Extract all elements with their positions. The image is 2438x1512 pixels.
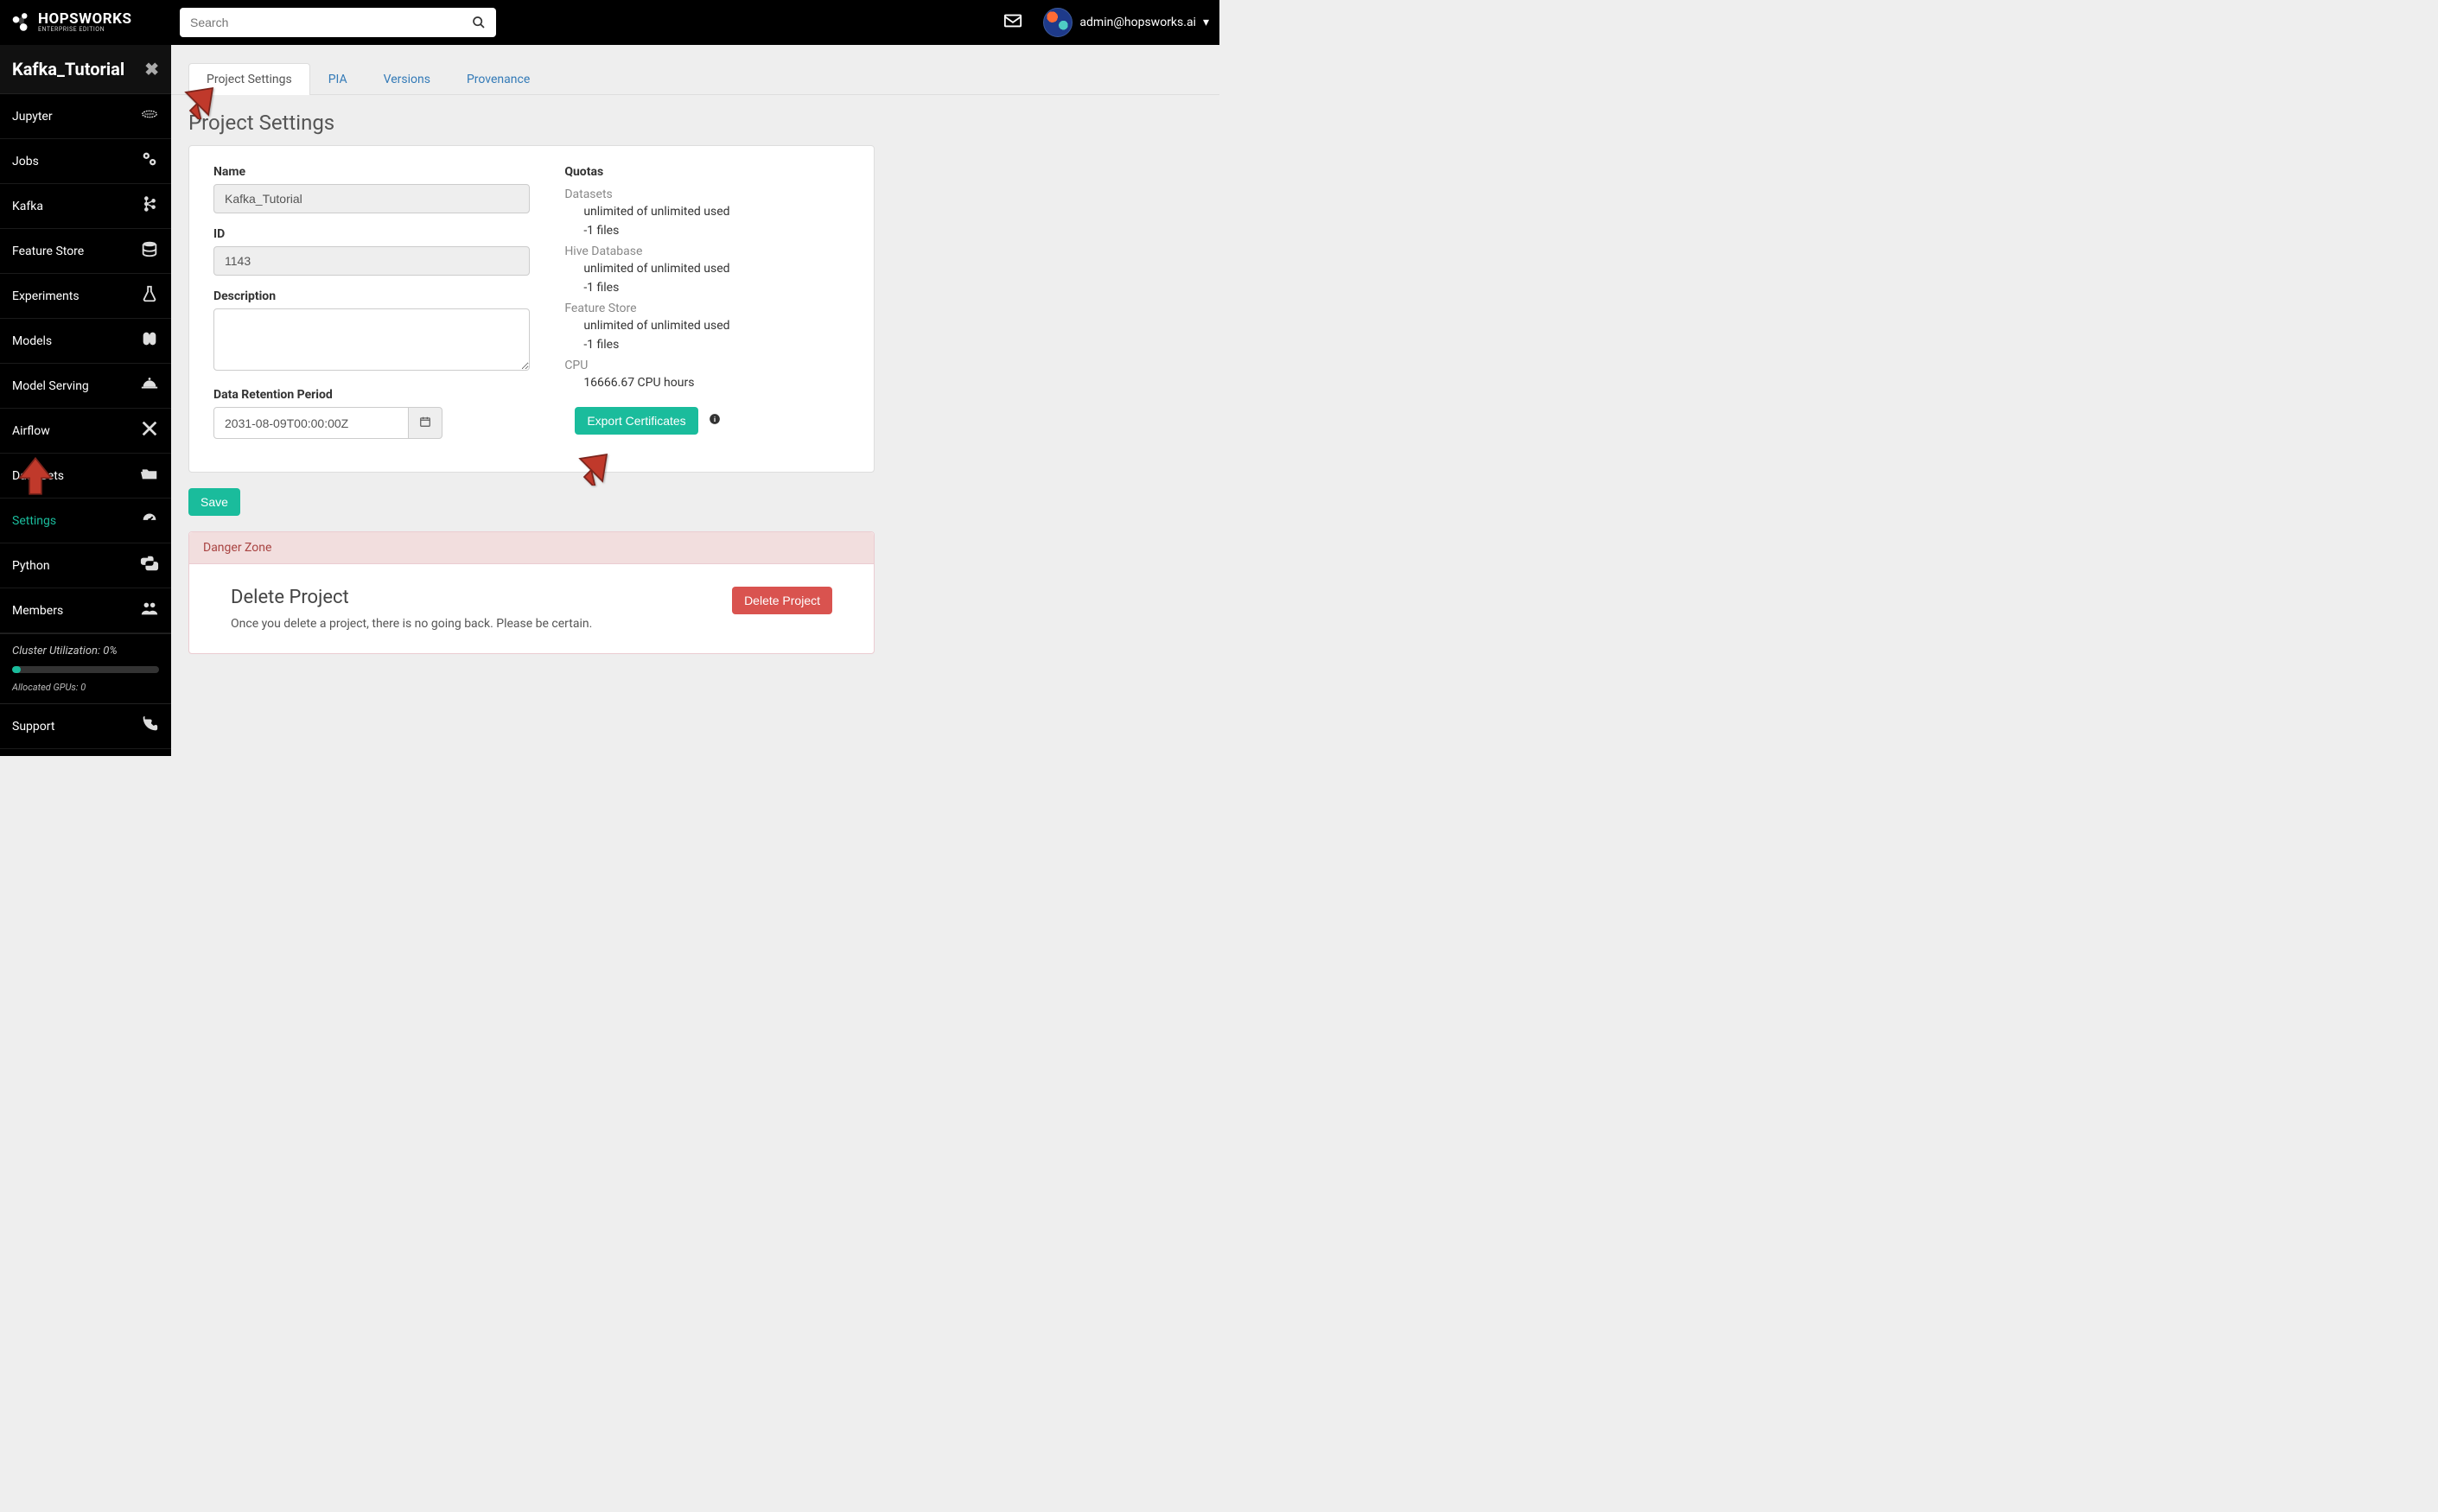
sidebar-item-experiments[interactable]: Experiments bbox=[0, 274, 171, 319]
quota-hive-files: -1 files bbox=[564, 277, 850, 296]
svg-text:jupyter: jupyter bbox=[143, 112, 155, 116]
flask-icon bbox=[140, 284, 159, 308]
description-input[interactable] bbox=[213, 308, 530, 371]
chevron-down-icon: ▾ bbox=[1203, 16, 1209, 29]
project-name-header: Kafka_Tutorial ✖ bbox=[0, 45, 171, 94]
sidebar-item-python[interactable]: Python bbox=[0, 543, 171, 588]
sidebar-item-data-sets[interactable]: Data Sets bbox=[0, 454, 171, 499]
sidebar-label: Feature Store bbox=[12, 245, 84, 258]
info-icon[interactable]: i bbox=[709, 412, 721, 429]
sidebar-label: Kafka bbox=[12, 200, 43, 213]
quotas-heading: Quotas bbox=[564, 165, 850, 179]
utilization-bar bbox=[12, 666, 159, 673]
sidebar-item-feature-store[interactable]: Feature Store bbox=[0, 229, 171, 274]
tab-provenance[interactable]: Provenance bbox=[449, 63, 548, 95]
cloche-icon bbox=[140, 374, 159, 397]
sidebar-label: Members bbox=[12, 604, 63, 618]
tab-versions[interactable]: Versions bbox=[366, 63, 449, 95]
quota-datasets-files: -1 files bbox=[564, 220, 850, 239]
avatar bbox=[1043, 8, 1073, 37]
sidebar-label: Models bbox=[12, 334, 52, 348]
close-project-icon[interactable]: ✖ bbox=[144, 59, 159, 79]
quota-fs-usage: unlimited of unlimited used bbox=[564, 315, 850, 334]
quota-cpu-label: CPU bbox=[564, 359, 850, 372]
database-icon bbox=[140, 239, 159, 263]
brand-text: HOPSWORKS bbox=[38, 12, 131, 27]
sidebar-item-kafka[interactable]: Kafka bbox=[0, 184, 171, 229]
quota-hive-label: Hive Database bbox=[564, 245, 850, 258]
id-label: ID bbox=[213, 227, 530, 241]
danger-zone-heading: Danger Zone bbox=[189, 532, 874, 564]
sidebar-label: Jobs bbox=[12, 155, 39, 168]
cluster-utilization-label: Cluster Utilization: 0% bbox=[0, 633, 171, 661]
sidebar-label: Model Serving bbox=[12, 379, 89, 393]
sidebar: Kafka_Tutorial ✖ Jupyter jupyter Jobs Ka… bbox=[0, 45, 171, 756]
logo[interactable]: HOPSWORKS ENTERPRISE EDITION bbox=[10, 11, 162, 34]
tabs: Project Settings PIA Versions Provenance bbox=[171, 62, 1219, 95]
gpu-allocated: Allocated GPUs: 0 bbox=[0, 682, 171, 703]
delete-project-title: Delete Project bbox=[231, 587, 592, 608]
id-input bbox=[213, 246, 530, 276]
name-input bbox=[213, 184, 530, 213]
sidebar-label: Data Sets bbox=[12, 469, 64, 483]
gears-icon bbox=[140, 149, 159, 173]
kafka-icon bbox=[140, 194, 159, 218]
export-certificates-button[interactable]: Export Certificates bbox=[575, 407, 697, 435]
sidebar-item-members[interactable]: Members bbox=[0, 588, 171, 633]
topbar: HOPSWORKS ENTERPRISE EDITION admin@hopsw… bbox=[0, 0, 1219, 45]
edition-text: ENTERPRISE EDITION bbox=[38, 27, 131, 33]
users-icon bbox=[140, 599, 159, 622]
mail-icon[interactable] bbox=[1003, 11, 1022, 34]
retention-label: Data Retention Period bbox=[213, 388, 530, 402]
dashboard-icon bbox=[140, 509, 159, 532]
quota-cpu-value: 16666.67 CPU hours bbox=[564, 372, 850, 391]
quota-hive-usage: unlimited of unlimited used bbox=[564, 258, 850, 277]
sidebar-label: Support bbox=[12, 720, 54, 734]
sidebar-label: Settings bbox=[12, 514, 56, 528]
page-title: Project Settings bbox=[171, 95, 1219, 145]
sidebar-item-airflow[interactable]: Airflow bbox=[0, 409, 171, 454]
sidebar-label: Experiments bbox=[12, 289, 80, 303]
python-icon bbox=[140, 554, 159, 577]
tab-project-settings[interactable]: Project Settings bbox=[188, 63, 310, 95]
project-name: Kafka_Tutorial bbox=[12, 59, 124, 79]
pinwheel-icon bbox=[140, 419, 159, 442]
search-box[interactable] bbox=[180, 8, 496, 37]
sidebar-item-support[interactable]: Support bbox=[0, 703, 171, 749]
folder-open-icon bbox=[140, 464, 159, 487]
user-email: admin@hopsworks.ai bbox=[1079, 16, 1196, 29]
sidebar-item-jobs[interactable]: Jobs bbox=[0, 139, 171, 184]
tab-pia[interactable]: PIA bbox=[310, 63, 366, 95]
sidebar-item-model-serving[interactable]: Model Serving bbox=[0, 364, 171, 409]
quota-fs-files: -1 files bbox=[564, 334, 850, 353]
brain-icon bbox=[140, 329, 159, 353]
sidebar-item-documentation[interactable]: Documentation bbox=[0, 749, 171, 756]
sidebar-label: Python bbox=[12, 559, 50, 573]
sidebar-item-settings[interactable]: Settings bbox=[0, 499, 171, 543]
save-button[interactable]: Save bbox=[188, 488, 240, 516]
quota-datasets-label: Datasets bbox=[564, 187, 850, 201]
sidebar-item-models[interactable]: Models bbox=[0, 319, 171, 364]
name-label: Name bbox=[213, 165, 530, 179]
calendar-icon bbox=[419, 416, 431, 428]
retention-input[interactable] bbox=[213, 407, 409, 439]
main-content: Project Settings PIA Versions Provenance… bbox=[171, 45, 1219, 756]
logo-icon bbox=[10, 11, 33, 34]
danger-panel: Danger Zone Delete Project Once you dele… bbox=[188, 531, 875, 654]
quota-datasets-usage: unlimited of unlimited used bbox=[564, 201, 850, 220]
search-input[interactable] bbox=[190, 16, 472, 29]
settings-panel: Name ID Description Data Retention Perio… bbox=[188, 145, 875, 473]
sidebar-label: Airflow bbox=[12, 424, 50, 438]
user-menu[interactable]: admin@hopsworks.ai ▾ bbox=[1043, 8, 1209, 37]
search-icon bbox=[472, 16, 486, 29]
delete-project-button[interactable]: Delete Project bbox=[732, 587, 832, 614]
sidebar-item-jupyter[interactable]: Jupyter jupyter bbox=[0, 94, 171, 139]
desc-label: Description bbox=[213, 289, 530, 303]
jupyter-icon: jupyter bbox=[140, 105, 159, 128]
calendar-button[interactable] bbox=[409, 407, 442, 439]
phone-icon bbox=[140, 715, 159, 738]
sidebar-label: Jupyter bbox=[12, 110, 53, 124]
delete-project-text: Once you delete a project, there is no g… bbox=[231, 617, 592, 631]
quota-fs-label: Feature Store bbox=[564, 302, 850, 315]
